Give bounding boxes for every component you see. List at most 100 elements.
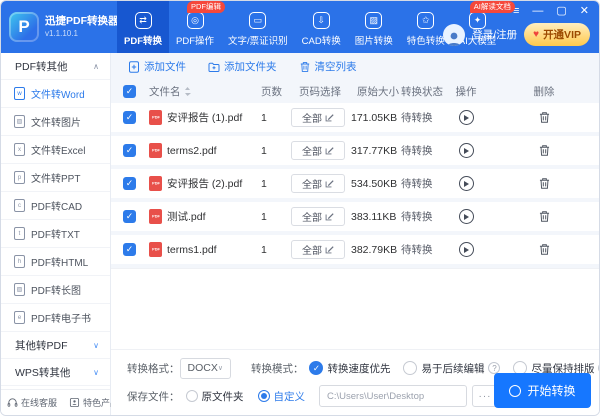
page-range-button[interactable]: 全部 [291, 207, 345, 226]
header-tab[interactable]: ▭ 文字/票证识别 [221, 1, 295, 53]
row-checkbox[interactable]: ✓ [123, 243, 136, 256]
tab-badge: PDF编辑 [187, 1, 226, 13]
app-version: v1.1.10.1 [45, 28, 78, 38]
delete-row-icon[interactable] [538, 243, 551, 256]
save-radio[interactable] [257, 390, 270, 402]
select-all-checkbox[interactable]: ✓ [123, 85, 136, 98]
logo-area: P 迅捷PDF转换器 v1.1.10.1 [1, 1, 119, 53]
page-range-button[interactable]: 全部 [291, 108, 345, 127]
minimize-icon[interactable]: — [532, 6, 543, 17]
table-row: ✓ PDF 安评报告 (2).pdf 1 全部 534.50KB 待转换 [111, 169, 599, 198]
format-select[interactable]: DOCX ∨ [179, 357, 231, 379]
mode-radio[interactable] [309, 361, 324, 375]
page-range-button[interactable]: 全部 [291, 240, 345, 259]
add-file-button[interactable]: 添加文件 [128, 59, 186, 74]
save-radio[interactable] [185, 390, 198, 402]
convert-play-icon[interactable] [458, 176, 474, 191]
sidebar-item[interactable]: c PDF转CAD [1, 192, 110, 220]
row-checkbox[interactable]: ✓ [123, 111, 136, 124]
sidebar: PDF转其他 ∧ w 文件转Word ▨ 文件转图片 x 文件转Excel p … [1, 53, 119, 415]
save-location-option[interactable]: 原文件夹 [185, 389, 244, 404]
add-folder-button[interactable]: 添加文件夹 [208, 59, 277, 74]
close-icon[interactable]: ✕ [580, 6, 589, 17]
convert-play-icon[interactable] [458, 110, 474, 125]
sidebar-item[interactable]: h PDF转HTML [1, 248, 110, 276]
tab-icon: ✩ [417, 12, 435, 29]
login-register-link[interactable]: 登录/注册 [472, 27, 517, 42]
table-row: ✓ PDF terms1.pdf 1 全部 382.79KB 待转换 [111, 235, 599, 264]
page-range-button[interactable]: 全部 [291, 141, 345, 160]
column-size: 原始大小 [357, 86, 399, 98]
header-tab[interactable]: ▨ 图片转换 [348, 1, 400, 53]
empty-area [111, 268, 599, 349]
page-count: 1 [261, 177, 267, 190]
sidebar-item[interactable]: t PDF转TXT [1, 220, 110, 248]
online-support-link[interactable]: 在线客服 [1, 396, 63, 409]
maximize-icon[interactable]: ▢ [556, 6, 566, 17]
delete-row-icon[interactable] [538, 177, 551, 190]
page-range-button[interactable]: 全部 [291, 174, 345, 193]
convert-play-icon[interactable] [458, 242, 474, 257]
table-header: ✓ 文件名 页数 页码选择 原始大小 转换状态 操作 删除 [111, 80, 599, 103]
sidebar-section-other-to-pdf[interactable]: 其他转PDF ∨ [1, 332, 110, 359]
save-option-label: 原文件夹 [201, 390, 244, 403]
convert-status: 待转换 [401, 211, 433, 223]
edit-icon [325, 246, 334, 254]
sidebar-item[interactable]: e PDF转电子书 [1, 304, 110, 332]
delete-row-icon[interactable] [538, 210, 551, 223]
sort-icon[interactable] [184, 87, 191, 96]
user-avatar[interactable] [443, 23, 466, 46]
document-icon: t [14, 227, 25, 240]
save-option-label: 自定义 [273, 390, 306, 403]
sidebar-section-pdf-to-other[interactable]: PDF转其他 ∧ [1, 53, 110, 80]
page-range-label: 全部 [302, 147, 322, 158]
headset-icon [7, 398, 18, 407]
convert-mode-option[interactable]: 转换速度优先 ? [309, 361, 390, 376]
app-title: 迅捷PDF转换器 [45, 15, 119, 28]
add-file-icon [129, 60, 139, 73]
clear-list-button[interactable]: 清空列表 [299, 59, 357, 74]
tab-icon: ▨ [365, 12, 383, 29]
sidebar-section-wps-to-other[interactable]: WPS转其他 ∨ [1, 359, 110, 386]
tab-label: 特色转换 [406, 36, 445, 47]
delete-row-icon[interactable] [538, 111, 551, 124]
vip-button[interactable]: ♥ 开通VIP [524, 23, 590, 46]
sidebar-item[interactable]: w 文件转Word [1, 80, 110, 108]
save-label: 保存文件： [127, 390, 180, 403]
tab-label: 图片转换 [354, 36, 393, 47]
row-checkbox[interactable]: ✓ [123, 144, 136, 157]
page-range-label: 全部 [302, 180, 322, 191]
tab-label: PDF操作 [176, 36, 215, 47]
mode-radio[interactable] [403, 361, 418, 375]
convert-play-icon[interactable] [458, 209, 474, 224]
save-location-option[interactable]: 自定义 [257, 389, 306, 404]
convert-play-icon[interactable] [458, 143, 474, 158]
sidebar-item[interactable]: ▨ PDF转长图 [1, 276, 110, 304]
file-size: 171.05KB [351, 111, 398, 124]
sidebar-item[interactable]: x 文件转Excel [1, 136, 110, 164]
row-checkbox[interactable]: ✓ [123, 177, 136, 190]
start-convert-button[interactable]: 开始转换 [494, 373, 591, 408]
page-count: 1 [261, 144, 267, 157]
header-tab[interactable]: PDF编辑 ◎ PDF操作 [169, 1, 226, 53]
convert-mode-option[interactable]: 易于后续编辑 ? [403, 361, 501, 376]
document-icon: e [14, 311, 25, 324]
column-action: 操作 [455, 86, 477, 98]
tab-badge: AI解读文档 [469, 1, 515, 13]
document-icon: c [14, 199, 25, 212]
row-checkbox[interactable]: ✓ [123, 210, 136, 223]
file-name: terms2.pdf [167, 144, 217, 157]
sidebar-item[interactable]: p 文件转PPT [1, 164, 110, 192]
header-tab[interactable]: ⇩ CAD转换 [295, 1, 348, 53]
page-range-label: 全部 [302, 213, 322, 224]
tab-icon: ▭ [249, 12, 267, 29]
tab-icon: ⇩ [312, 12, 330, 29]
sidebar-item[interactable]: ▨ 文件转图片 [1, 108, 110, 136]
sidebar-item-label: 文件转Word [31, 90, 85, 101]
main-panel: 添加文件 添加文件夹 清空列表 ✓ 文件名 页数 页码选择 原始大小 转换状态 … [111, 53, 599, 415]
pdf-file-icon: PDF [149, 176, 162, 191]
sidebar-item-label: PDF转HTML [31, 258, 89, 269]
header-tab[interactable]: ⇄ PDF转换 [117, 1, 170, 53]
delete-row-icon[interactable] [538, 144, 551, 157]
save-path-input[interactable] [319, 385, 467, 407]
